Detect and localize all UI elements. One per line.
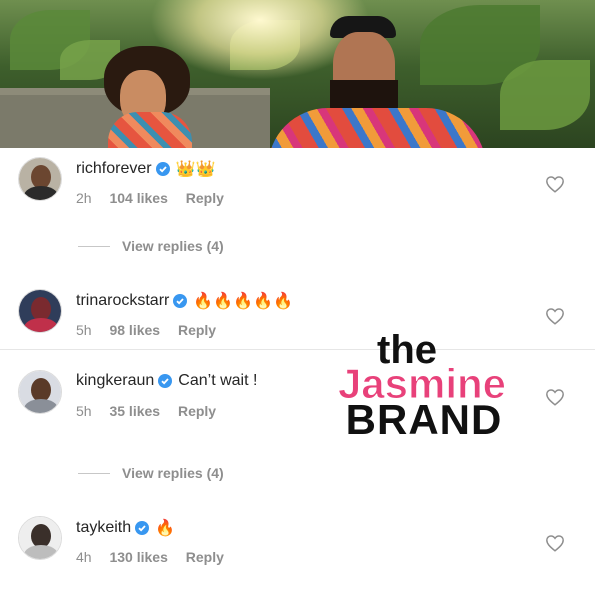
verified-badge-icon — [155, 162, 170, 176]
comment-time: 5h — [76, 403, 92, 419]
verified-badge-icon — [135, 521, 150, 535]
verified-badge-icon — [173, 294, 188, 308]
comment-likes[interactable]: 104 likes — [109, 190, 167, 206]
reply-button[interactable]: Reply — [186, 549, 224, 565]
heart-icon[interactable] — [545, 388, 565, 406]
comment-text: 👑👑 — [175, 161, 216, 178]
view-replies-button[interactable]: View replies (4) — [78, 465, 224, 481]
view-replies-label: View replies (4) — [122, 238, 224, 254]
verified-badge-icon — [158, 374, 173, 388]
avatar[interactable] — [18, 289, 62, 333]
watermark-brand: BRAND — [345, 396, 503, 443]
heart-icon[interactable] — [545, 307, 565, 325]
view-replies-label: View replies (4) — [122, 465, 224, 481]
comment-likes[interactable]: 35 likes — [109, 403, 160, 419]
comment-username[interactable]: trinarockstarr — [76, 292, 169, 310]
comment-item: taykeith 🔥 4h 130 likes Reply — [0, 516, 595, 576]
comment-likes[interactable]: 130 likes — [109, 549, 167, 565]
comment-item: richforever 👑👑 2h 104 likes Reply — [0, 157, 595, 217]
post-photo — [0, 0, 595, 148]
heart-icon[interactable] — [545, 534, 565, 552]
comment-text: 🔥🔥🔥🔥🔥 — [193, 293, 293, 310]
comment-text: Can’t wait ! — [178, 372, 258, 389]
divider-dash — [78, 472, 110, 474]
heart-icon[interactable] — [545, 175, 565, 193]
reply-button[interactable]: Reply — [178, 403, 216, 419]
avatar[interactable] — [18, 516, 62, 560]
comment-text: 🔥 — [155, 520, 176, 537]
comment-time: 4h — [76, 549, 92, 565]
divider-dash — [78, 245, 110, 247]
comment-username[interactable]: kingkeraun — [76, 372, 154, 390]
comment-time: 5h — [76, 322, 92, 338]
view-replies-button[interactable]: View replies (4) — [78, 238, 224, 254]
avatar[interactable] — [18, 370, 62, 414]
brand-watermark: the Jasmine BRAND — [322, 330, 522, 443]
reply-button[interactable]: Reply — [178, 322, 216, 338]
comment-username[interactable]: taykeith — [76, 519, 131, 537]
comment-username[interactable]: richforever — [76, 160, 152, 178]
avatar[interactable] — [18, 157, 62, 201]
comment-time: 2h — [76, 190, 92, 206]
comment-likes[interactable]: 98 likes — [109, 322, 160, 338]
reply-button[interactable]: Reply — [186, 190, 224, 206]
